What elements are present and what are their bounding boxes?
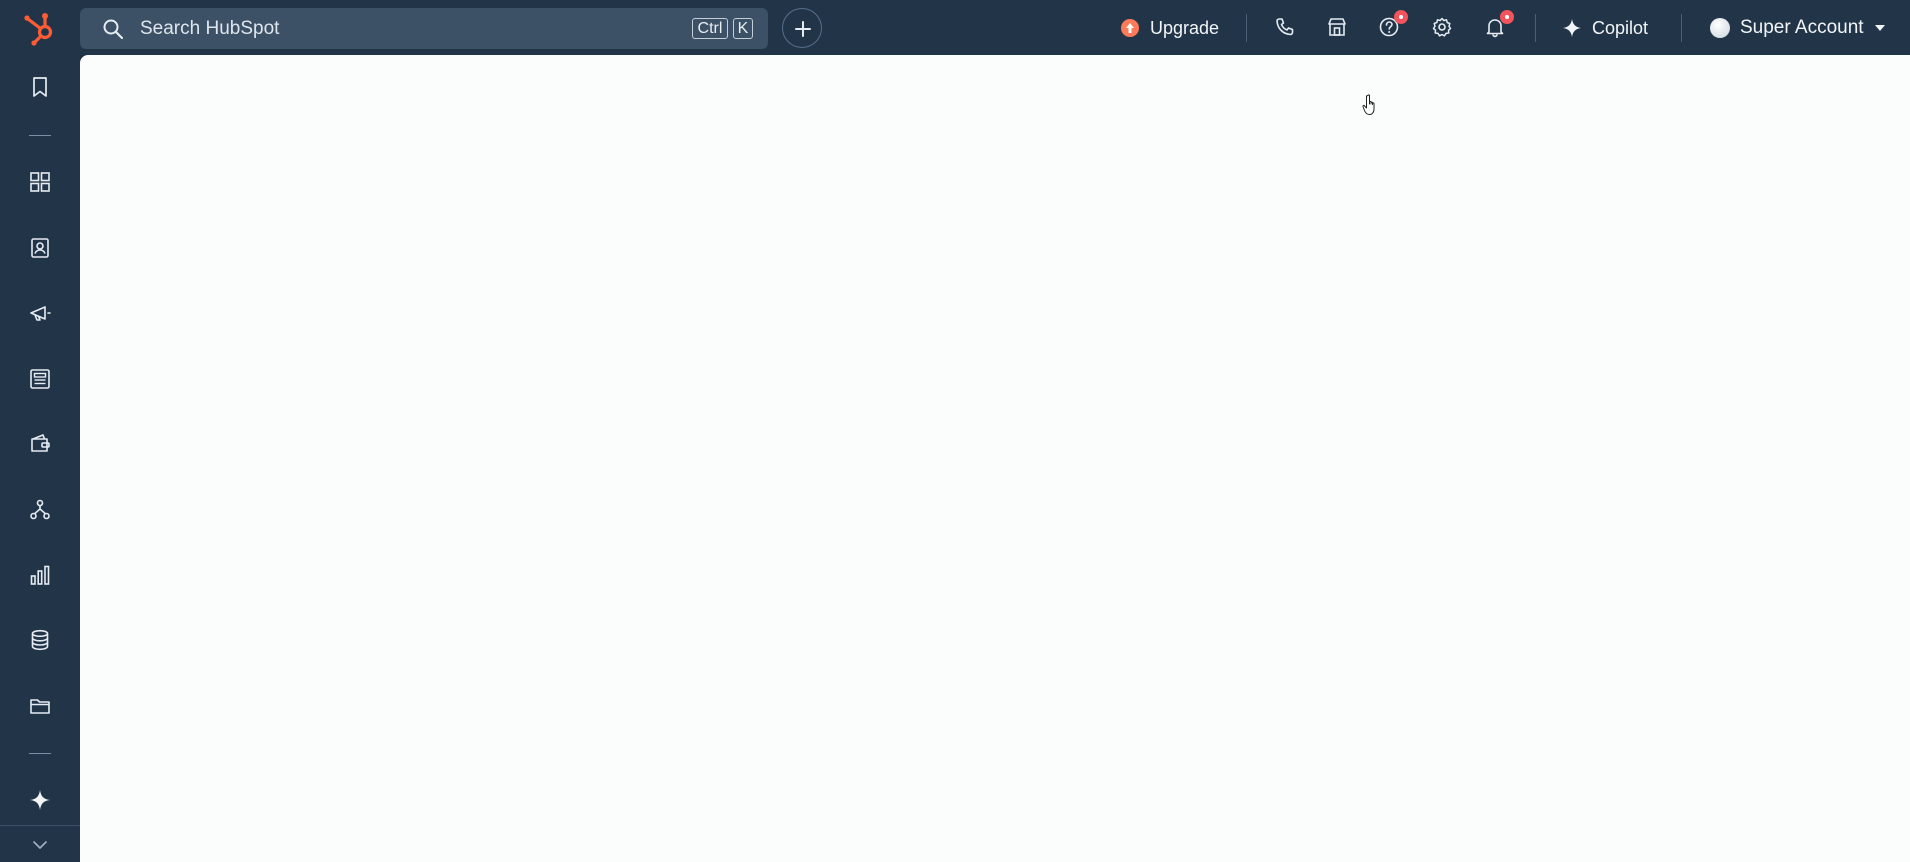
upgrade-button[interactable]: Upgrade — [1120, 14, 1219, 42]
account-menu[interactable]: Super Account — [1710, 14, 1886, 42]
content-icon[interactable] — [28, 367, 52, 391]
hubspot-logo[interactable] — [20, 8, 60, 48]
settings-icon[interactable] — [1431, 16, 1453, 38]
avatar — [1710, 18, 1730, 38]
sparkle-icon — [1563, 19, 1581, 37]
sidebar-divider — [29, 753, 51, 754]
contacts-icon[interactable] — [28, 236, 52, 260]
sidebar-navigation — [0, 55, 80, 862]
plus-icon — [795, 21, 811, 37]
notifications-button[interactable] — [1484, 10, 1514, 38]
automation-icon[interactable] — [28, 498, 52, 522]
shortcut-k-key: K — [733, 18, 753, 39]
search-placeholder: Search HubSpot — [140, 18, 280, 39]
sidebar-divider — [29, 135, 51, 136]
copilot-button[interactable]: Copilot — [1562, 14, 1648, 42]
data-icon[interactable] — [28, 628, 52, 652]
phone-icon[interactable] — [1274, 16, 1296, 38]
search-icon — [103, 19, 124, 40]
sidebar-bottom-divider — [0, 825, 80, 826]
toolbar-divider — [1535, 14, 1536, 42]
marketing-icon[interactable] — [28, 301, 52, 325]
dashboard-icon[interactable] — [28, 170, 52, 194]
top-navigation-bar: Search HubSpot Ctrl K Upgrade Copilot Su… — [0, 0, 1910, 55]
global-search-bar[interactable]: Search HubSpot Ctrl K — [80, 8, 768, 49]
toolbar-divider — [1681, 14, 1682, 42]
shortcut-ctrl-key: Ctrl — [692, 18, 728, 39]
toolbar-divider — [1246, 14, 1247, 42]
reporting-icon[interactable] — [28, 563, 52, 587]
bookmark-icon[interactable] — [28, 75, 52, 99]
upgrade-icon — [1121, 19, 1139, 37]
caret-down-icon — [1874, 25, 1885, 31]
copilot-sparkle-icon[interactable] — [28, 788, 52, 812]
hand-cursor-icon — [1362, 94, 1375, 115]
marketplace-icon[interactable] — [1326, 16, 1348, 38]
commerce-icon[interactable] — [28, 432, 52, 456]
account-name: Super Account — [1740, 17, 1864, 38]
help-notification-badge — [1394, 10, 1408, 24]
upgrade-label: Upgrade — [1150, 17, 1220, 38]
help-button[interactable] — [1378, 10, 1408, 38]
notification-badge — [1500, 10, 1514, 24]
expand-chevron-icon[interactable] — [28, 833, 52, 857]
create-new-button[interactable] — [782, 8, 822, 48]
copilot-label: Copilot — [1592, 17, 1649, 38]
library-icon[interactable] — [28, 694, 52, 718]
main-content-area — [80, 55, 1910, 862]
